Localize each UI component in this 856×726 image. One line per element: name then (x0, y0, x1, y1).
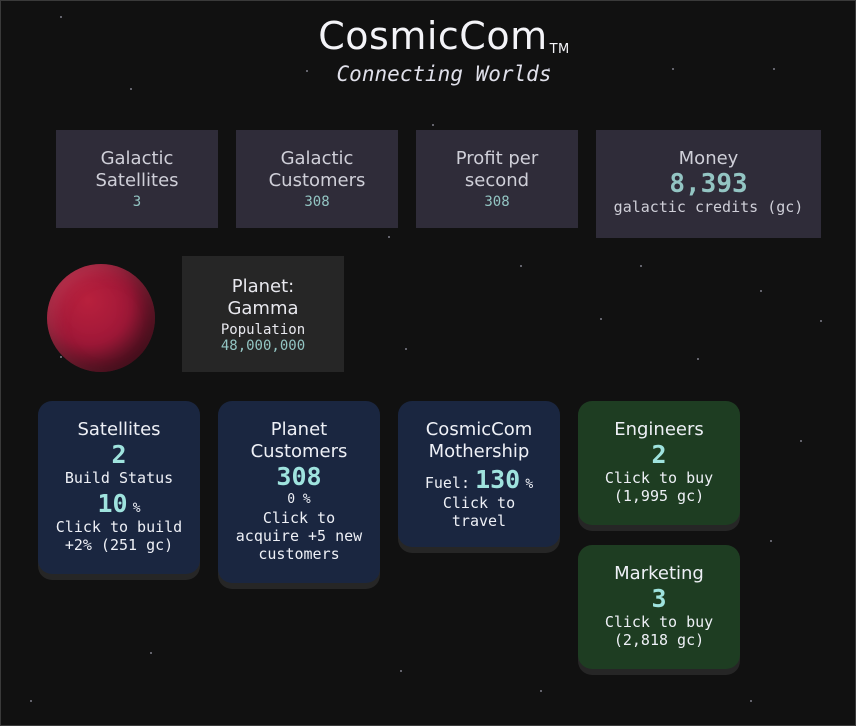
star (640, 265, 642, 267)
star (30, 700, 32, 702)
stat-value: 308 (484, 194, 510, 210)
customers-count: 308 (276, 462, 322, 491)
card-title-line1: Planet (270, 419, 328, 440)
star (600, 318, 602, 320)
buy-marketing-button[interactable]: Marketing 3 Click to buy (2,818 gc) (578, 545, 740, 669)
marketing-price: (2,818 gc) (613, 631, 705, 649)
build-action-detail: +2% (251 gc) (64, 536, 174, 554)
population-label: Population (220, 322, 306, 338)
star (750, 700, 752, 702)
satellites-count: 2 (111, 440, 127, 469)
card-title-line2: Mothership (428, 441, 530, 462)
card-title-line2: Customers (250, 441, 348, 462)
star (770, 540, 772, 542)
card-title-line1: CosmicCom (425, 419, 533, 440)
planet-info: Planet: Gamma Population 48,000,000 (182, 256, 344, 372)
money-value: 8,393 (669, 169, 748, 199)
game-header: CosmicCom TM Connecting Worlds (0, 14, 856, 86)
acquire-action-line2: acquire +5 new (235, 527, 363, 545)
travel-action-line2: travel (451, 512, 507, 530)
planet-name: Gamma (227, 298, 299, 319)
buy-action: Click to buy (604, 469, 714, 487)
star (130, 88, 132, 90)
stat-profit-per-second: Profit per second 308 (416, 130, 578, 228)
star (540, 690, 542, 692)
stat-galactic-satellites: Galactic Satellites 3 (56, 130, 218, 228)
star (432, 124, 434, 126)
build-status-label: Build Status (64, 469, 174, 487)
trademark-mark: TM (549, 42, 570, 57)
engineers-count: 2 (651, 440, 667, 469)
travel-action-line1: Click to (442, 494, 516, 512)
fuel-value: 130 (475, 465, 521, 494)
stat-value: 3 (132, 194, 142, 210)
star (388, 236, 390, 238)
game-subtitle: Connecting Worlds (336, 62, 552, 86)
fuel-label: Fuel: (424, 474, 470, 492)
engineers-price: (1,995 gc) (613, 487, 705, 505)
star (520, 265, 522, 267)
stat-label: Profit per second (455, 148, 539, 191)
star (150, 652, 152, 654)
buy-action: Click to buy (604, 613, 714, 631)
population-value: 48,000,000 (220, 338, 306, 354)
fuel-unit: % (525, 477, 534, 492)
game-title: CosmicCom TM (0, 14, 856, 58)
stat-label: Galactic Satellites (95, 148, 179, 191)
star (405, 348, 407, 350)
card-title: Marketing (614, 563, 704, 584)
build-action: Click to build (55, 518, 183, 536)
build-status: 10 % (38, 489, 200, 518)
star (400, 670, 402, 672)
stat-label: Galactic Customers (268, 148, 366, 191)
customers-percent: 0 % (287, 492, 311, 507)
stat-label: Money (678, 148, 739, 169)
build-status-unit: % (132, 501, 141, 516)
acquire-action-line1: Click to (262, 509, 336, 527)
planet-label: Planet: (231, 276, 295, 297)
stat-value: 308 (304, 194, 330, 210)
planet-gamma-icon (47, 264, 155, 372)
satellites-build-button[interactable]: Satellites 2 Build Status 10 % Click to … (38, 401, 200, 574)
star (800, 440, 802, 442)
build-status-value: 10 (97, 489, 128, 518)
star (697, 358, 699, 360)
card-title: Engineers (614, 419, 704, 440)
title-text: CosmicCom (318, 14, 548, 58)
star (60, 356, 62, 358)
star (760, 290, 762, 292)
money-unit: galactic credits (gc) (613, 198, 804, 216)
acquire-action-line3: customers (258, 545, 340, 563)
stat-money: Money 8,393 galactic credits (gc) (596, 130, 821, 238)
acquire-customers-button[interactable]: Planet Customers 308 0 % Click to acquir… (218, 401, 380, 583)
mothership-travel-button[interactable]: CosmicCom Mothership Fuel: 130 % Click t… (398, 401, 560, 547)
marketing-count: 3 (651, 584, 667, 613)
buy-engineers-button[interactable]: Engineers 2 Click to buy (1,995 gc) (578, 401, 740, 525)
star (820, 320, 822, 322)
fuel-status: Fuel: 130 % (398, 465, 560, 494)
stat-galactic-customers: Galactic Customers 308 (236, 130, 398, 228)
card-title: Satellites (77, 419, 161, 440)
